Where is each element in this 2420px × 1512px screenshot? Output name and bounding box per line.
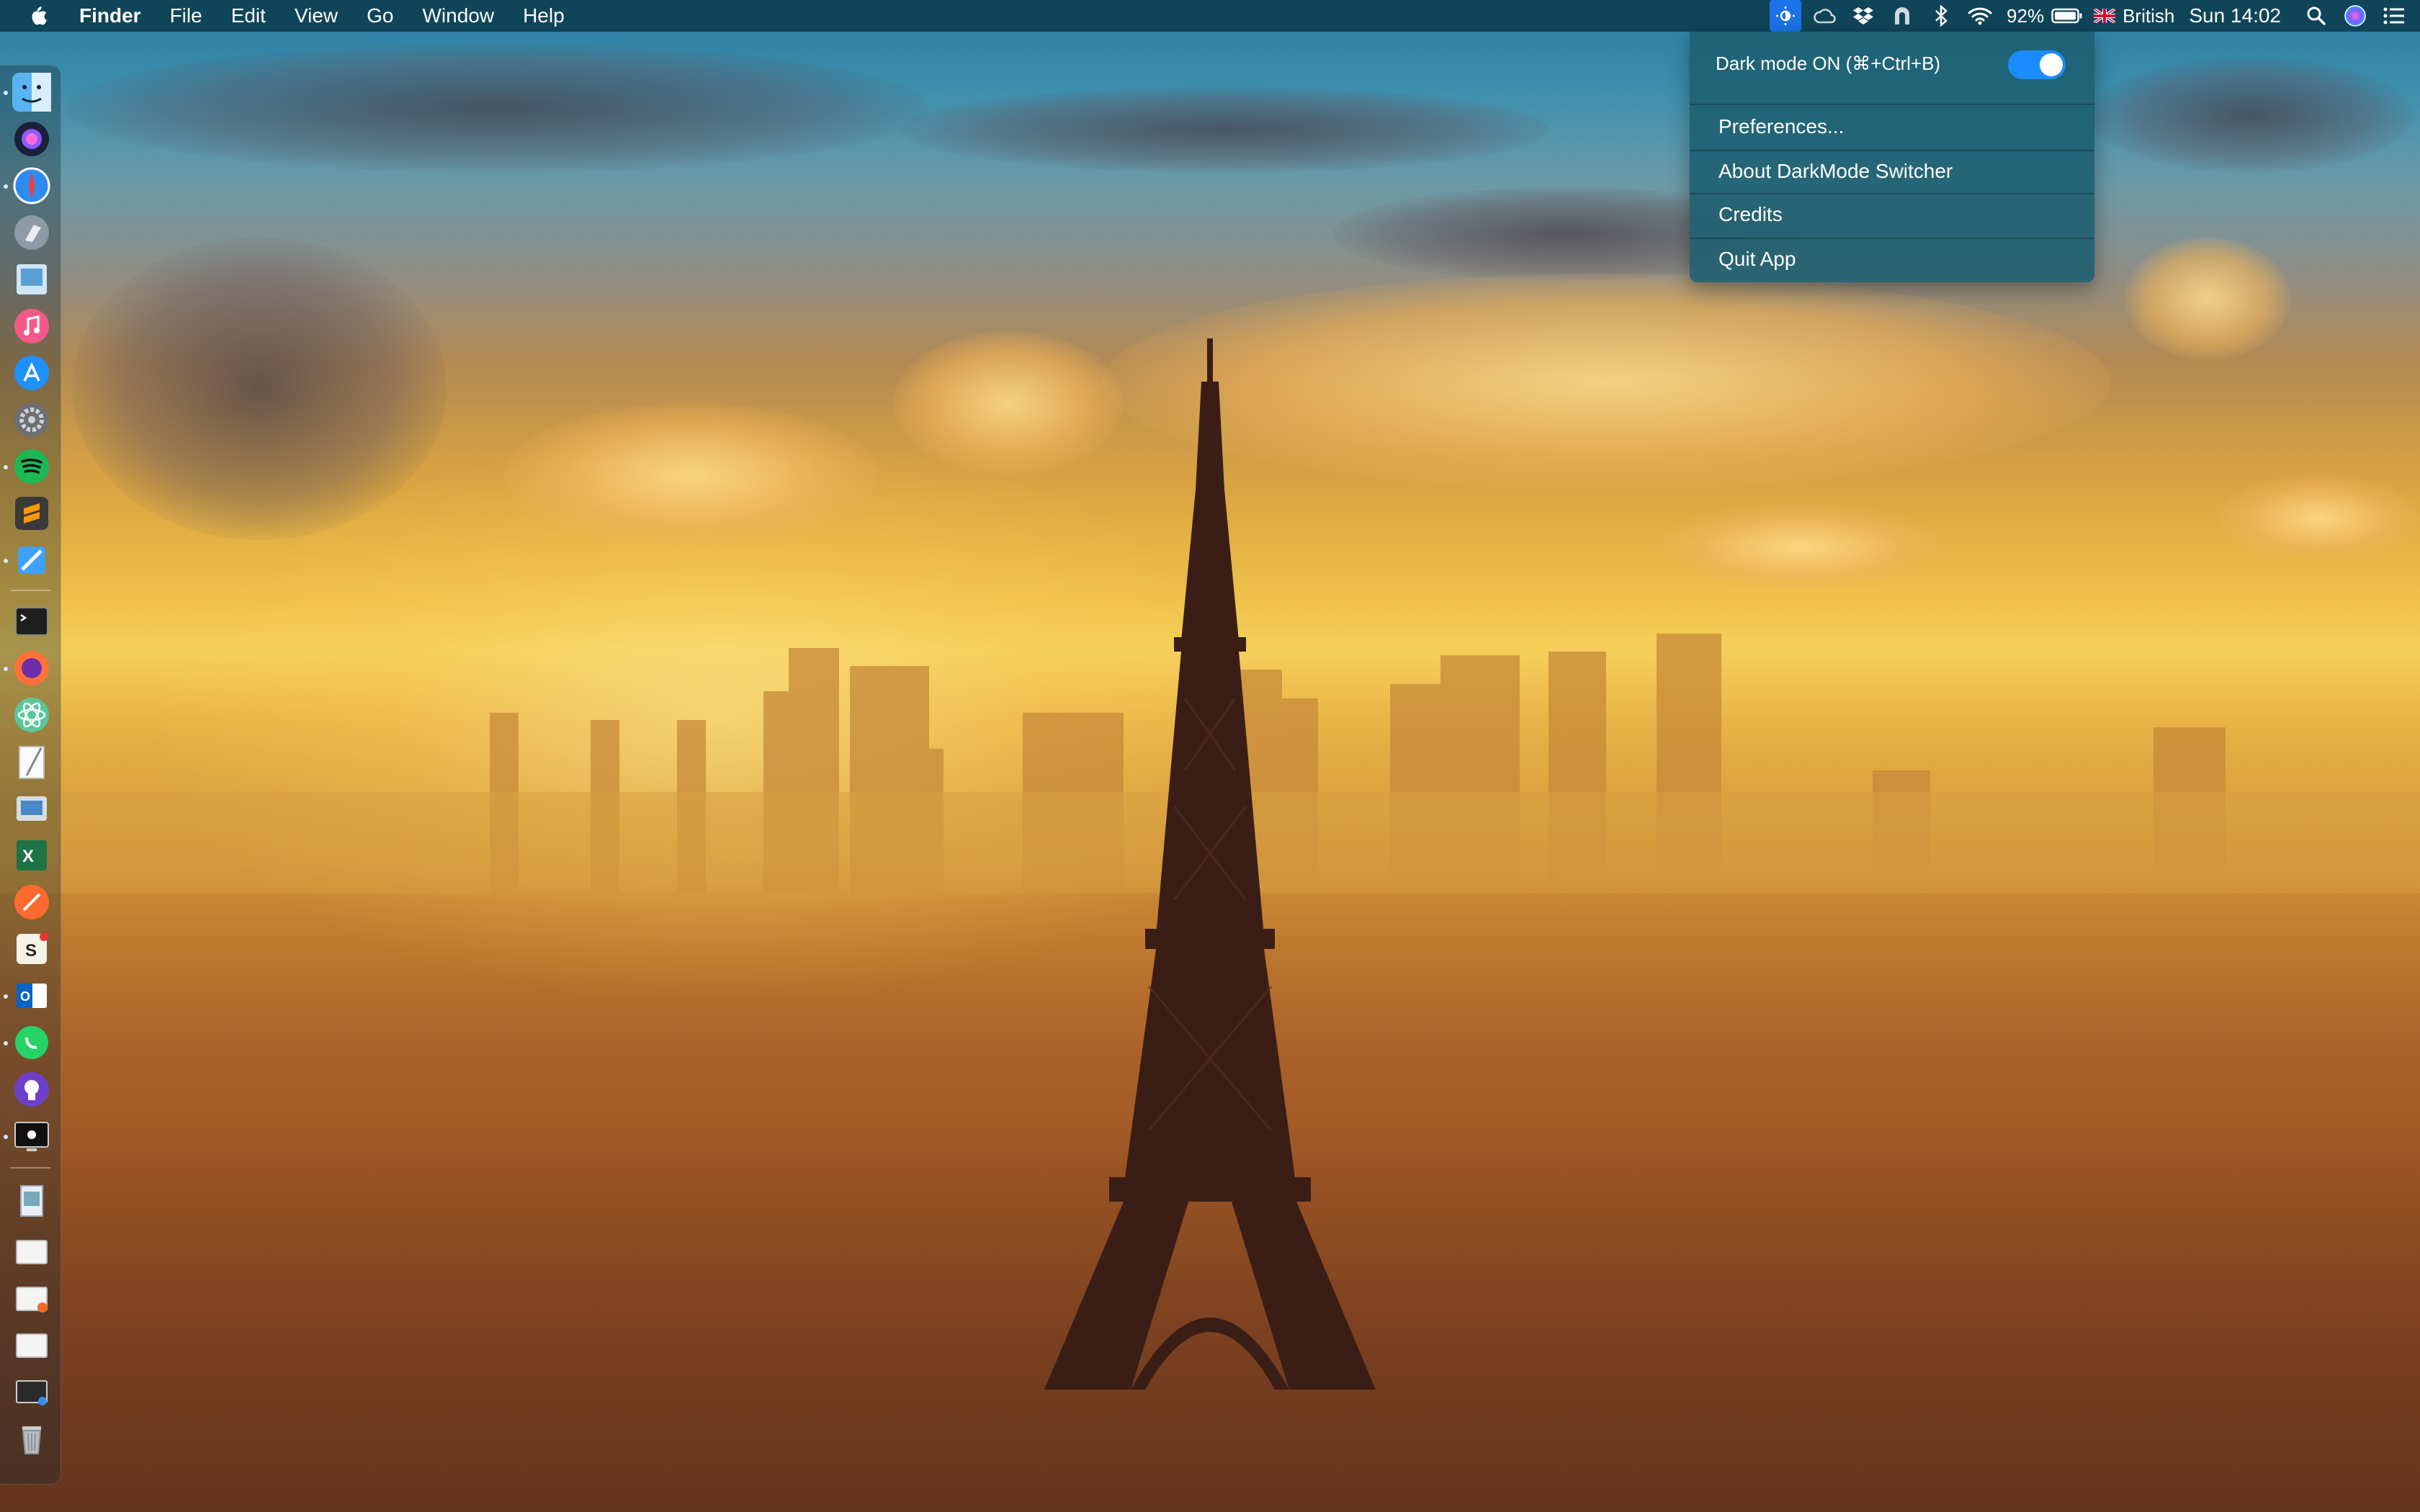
siri-icon[interactable]	[12, 120, 51, 158]
svg-text:O: O	[20, 989, 30, 1004]
bluetooth-icon[interactable]	[1925, 0, 1957, 32]
dark-mode-toggle-switch[interactable]	[2008, 50, 2066, 79]
spotlight-search-icon[interactable]	[2300, 0, 2332, 32]
folder-doc-icon[interactable]	[12, 1232, 51, 1271]
notification-center-icon[interactable]	[2378, 0, 2410, 32]
sketch-icon[interactable]: S	[12, 930, 51, 968]
eiffel-tower	[1044, 338, 1376, 1390]
cloud	[900, 86, 1549, 173]
apple-menu-icon[interactable]	[27, 4, 49, 28]
cloud	[1657, 504, 1945, 590]
darkmode-switcher-icon[interactable]	[1770, 0, 1802, 32]
running-indicator	[4, 1135, 8, 1139]
cloud	[504, 403, 879, 547]
terminal-icon[interactable]	[12, 602, 51, 641]
cloud	[72, 238, 447, 540]
creative-cloud-icon[interactable]	[1809, 0, 1840, 32]
menu-item-about[interactable]: About DarkMode Switcher	[1690, 151, 2123, 192]
outlook-icon[interactable]: O	[12, 976, 51, 1015]
running-indicator	[4, 465, 8, 469]
spotify-icon[interactable]	[12, 447, 51, 486]
menu-item-quit[interactable]: Quit App	[1690, 239, 2123, 279]
dock-separator	[10, 590, 50, 591]
darkmode-switcher-menu: Dark mode ON (⌘+Ctrl+B) Preferences... A…	[1690, 32, 2094, 282]
trash-icon[interactable]	[12, 1419, 51, 1458]
firefox-icon[interactable]	[12, 649, 51, 688]
running-indicator	[4, 1041, 8, 1045]
desktop-icon[interactable]	[12, 1372, 51, 1411]
dark-mode-toggle-label: Dark mode ON (⌘+Ctrl+B)	[1716, 52, 1941, 74]
cloud	[2089, 58, 2413, 173]
menu-edit[interactable]: Edit	[217, 0, 280, 32]
siri-icon[interactable]	[2339, 0, 2371, 32]
clock[interactable]: Sun 14:02	[2182, 4, 2297, 27]
menu-finder[interactable]: Finder	[73, 0, 156, 32]
svg-text:S: S	[25, 941, 37, 960]
note-icon[interactable]	[12, 1279, 51, 1318]
paw-icon[interactable]	[12, 883, 51, 922]
itunes-icon[interactable]	[12, 307, 51, 346]
preview-icon[interactable]	[12, 260, 51, 299]
svg-text:X: X	[22, 847, 34, 866]
menu-separator	[1690, 104, 2094, 105]
running-indicator	[4, 994, 8, 999]
menu-item-preferences[interactable]: Preferences...	[1690, 107, 2123, 147]
dropbox-icon[interactable]	[1847, 0, 1879, 32]
menu-help[interactable]: Help	[508, 0, 579, 32]
battery-percent: 92%	[2007, 4, 2045, 27]
menu-go[interactable]: Go	[352, 0, 408, 32]
window-icon[interactable]	[12, 1326, 51, 1364]
menu-item-credits[interactable]: Credits	[1690, 194, 2123, 235]
finder-icon[interactable]	[12, 73, 51, 112]
menu-view[interactable]: View	[280, 0, 352, 32]
wifi-icon[interactable]	[1964, 0, 1996, 32]
uk-flag-icon	[2094, 9, 2116, 23]
sublime-text-icon[interactable]	[12, 494, 51, 533]
input-source-label: British	[2123, 4, 2175, 27]
menu-bar: Finder File Edit View Go Window Help 92%	[0, 0, 2420, 32]
image-capture-icon[interactable]	[12, 789, 51, 828]
cloud	[2218, 475, 2420, 562]
backup-icon[interactable]	[1886, 0, 1918, 32]
running-indicator	[4, 559, 8, 563]
dock: X S O	[0, 65, 61, 1485]
menu-file[interactable]: File	[156, 0, 217, 32]
input-source[interactable]: British	[2087, 5, 2182, 27]
launchpad-icon[interactable]	[12, 213, 51, 252]
running-indicator	[4, 667, 8, 671]
darkmode-app-icon[interactable]	[12, 1117, 51, 1156]
github-desktop-icon[interactable]	[12, 1070, 51, 1109]
xcode-icon[interactable]	[12, 541, 51, 580]
textedit-icon[interactable]	[12, 742, 51, 781]
dock-separator	[10, 1167, 50, 1169]
running-indicator	[4, 184, 8, 189]
menu-window[interactable]: Window	[408, 0, 508, 32]
document-icon[interactable]	[12, 1182, 51, 1220]
cloud	[2125, 238, 2290, 360]
battery-icon[interactable]	[2051, 0, 2083, 32]
safari-icon[interactable]	[12, 166, 51, 205]
atom-icon[interactable]	[12, 696, 51, 734]
whatsapp-icon[interactable]	[12, 1023, 51, 1062]
app-store-icon[interactable]	[12, 354, 51, 392]
excel-icon[interactable]: X	[12, 836, 51, 875]
running-indicator	[4, 91, 8, 95]
dark-mode-toggle-row[interactable]: Dark mode ON (⌘+Ctrl+B)	[1690, 43, 2094, 84]
cloud	[65, 43, 929, 173]
toggle-knob	[2040, 53, 2063, 76]
system-preferences-icon[interactable]	[12, 400, 51, 439]
